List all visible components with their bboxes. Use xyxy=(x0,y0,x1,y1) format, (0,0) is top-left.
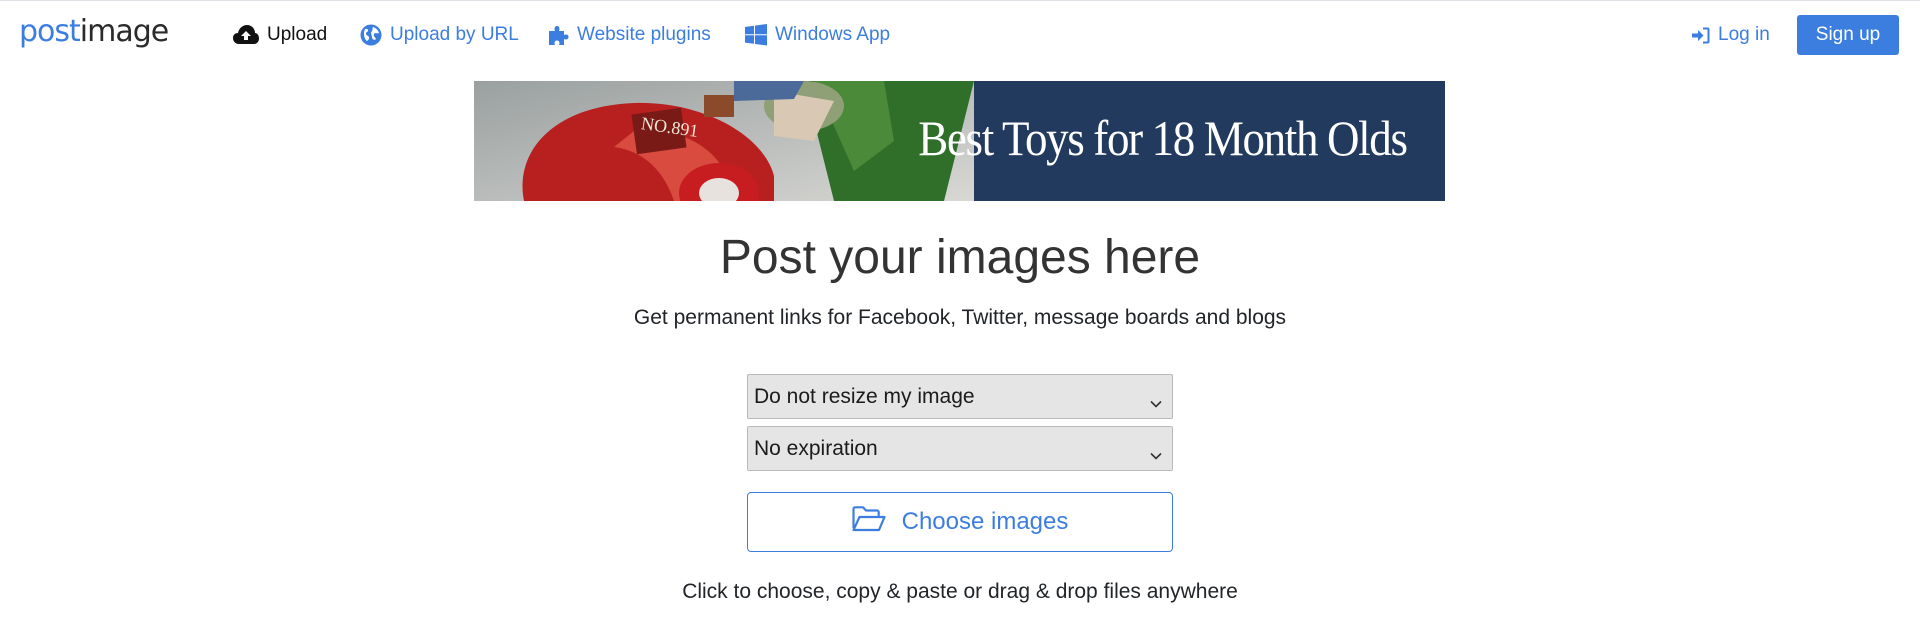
navbar: postimage Upload Upload by URL Website p… xyxy=(0,1,1920,67)
resize-select-value: Do not resize my image xyxy=(754,384,975,408)
choose-images-label: Choose images xyxy=(901,508,1069,535)
nav-website-plugins[interactable]: Website plugins xyxy=(547,21,711,49)
nav-windows-app[interactable]: Windows App xyxy=(745,21,890,49)
chevron-down-icon xyxy=(1150,442,1162,466)
upload-hint: Click to choose, copy & paste or drag & … xyxy=(682,580,1238,603)
choose-images-button[interactable]: Choose images xyxy=(747,492,1173,552)
signup-button[interactable]: Sign up xyxy=(1797,15,1899,55)
folder-open-icon xyxy=(852,505,886,539)
banner-headline: Best Toys for 18 Month Olds xyxy=(918,110,1409,166)
chevron-down-icon xyxy=(1150,390,1162,414)
nav-login-label: Log in xyxy=(1718,24,1770,45)
nav-upload-by-url[interactable]: Upload by URL xyxy=(360,21,519,49)
nav-upload[interactable]: Upload xyxy=(233,21,327,49)
cloud-upload-icon xyxy=(233,25,259,45)
nav-upload-label: Upload xyxy=(267,24,328,45)
puzzle-icon xyxy=(547,24,569,46)
windows-icon xyxy=(745,24,767,46)
globe-icon xyxy=(360,24,382,46)
nav-windows-app-label: Windows App xyxy=(775,24,891,45)
nav-login[interactable]: Log in xyxy=(1692,21,1770,49)
page-title: Post your images here xyxy=(719,231,1201,284)
sign-in-icon xyxy=(1692,27,1710,44)
page-subtitle: Get permanent links for Facebook, Twitte… xyxy=(633,306,1287,329)
banner-toy-image xyxy=(474,81,974,201)
nav-upload-by-url-label: Upload by URL xyxy=(390,24,519,45)
postimage-logo[interactable]: postimage xyxy=(19,14,169,49)
nav-website-plugins-label: Website plugins xyxy=(577,24,711,45)
logo-part-post: post xyxy=(19,14,81,49)
resize-select[interactable]: Do not resize my image xyxy=(747,374,1173,419)
expiration-select-value: No expiration xyxy=(754,436,878,460)
expiration-select[interactable]: No expiration xyxy=(747,426,1173,471)
advertisement-banner[interactable]: NO.891 Best Toys for 18 Month Olds xyxy=(474,81,1445,201)
logo-part-image: image xyxy=(79,14,169,49)
